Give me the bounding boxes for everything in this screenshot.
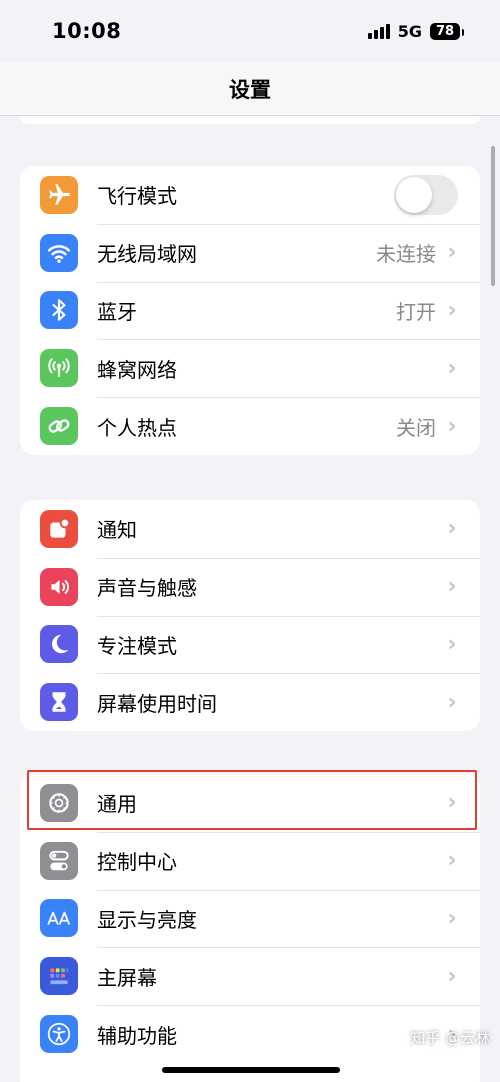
hourglass-icon: [40, 683, 78, 722]
settings-row-label: 屏幕使用时间: [97, 691, 217, 716]
gear-icon: [40, 783, 78, 822]
settings-row-bluetooth[interactable]: 蓝牙 打开 ›: [20, 281, 480, 340]
page-title: 设置: [229, 77, 271, 102]
wifi-icon: [40, 233, 78, 272]
settings-row-label: 显示与亮度: [97, 907, 197, 932]
settings-row-screen-time[interactable]: 屏幕使用时间 ›: [20, 673, 480, 731]
chevron-right-icon: ›: [447, 848, 457, 874]
settings-group-connectivity: 飞行模式 无线局域网 未连接 › 蓝牙 打开 › 蜂窝网络 › 个人热点 关闭 …: [20, 166, 480, 455]
watermark: 知乎 @云林: [410, 1029, 490, 1047]
chevron-right-icon: ›: [447, 297, 457, 323]
sound-icon: [40, 567, 78, 606]
settings-row-value: 打开: [396, 299, 436, 324]
chevron-right-icon: ›: [447, 355, 457, 381]
navigation-bar: 设置: [0, 62, 500, 116]
settings-row-label: 蜂窝网络: [97, 357, 177, 382]
scrollbar[interactable]: [491, 146, 495, 286]
home-grid-icon: [40, 957, 78, 996]
status-indicators: 5G 78: [367, 21, 464, 41]
settings-row-label: 飞行模式: [97, 184, 177, 209]
chevron-right-icon: ›: [447, 240, 457, 266]
chevron-right-icon: ›: [447, 516, 457, 542]
chevron-right-icon: ›: [447, 790, 457, 816]
airplane-icon: [40, 175, 78, 214]
settings-row-value: 关闭: [396, 415, 436, 440]
text-size-icon: [40, 899, 78, 938]
signal-strength-icon: [367, 23, 390, 39]
settings-row-cellular[interactable]: 蜂窝网络 ›: [20, 339, 480, 397]
switches-icon: [40, 841, 78, 880]
settings-row-personal-hotspot[interactable]: 个人热点 关闭 ›: [20, 397, 480, 455]
status-time: 10:08: [52, 19, 122, 43]
settings-row-label: 无线局域网: [97, 242, 197, 267]
chevron-right-icon: ›: [447, 574, 457, 600]
settings-row-label: 通知: [97, 518, 137, 543]
settings-row-airplane-mode[interactable]: 飞行模式: [20, 166, 480, 224]
settings-row-wifi[interactable]: 无线局域网 未连接 ›: [20, 223, 480, 282]
settings-group-notifications: 通知 › 声音与触感 › 专注模式 › 屏幕使用时间 ›: [20, 500, 480, 732]
chevron-right-icon: ›: [447, 905, 457, 931]
cellular-icon: [40, 349, 78, 388]
accessibility-icon: [40, 1015, 78, 1054]
settings-row-label: 个人热点: [97, 415, 177, 440]
settings-row-label: 控制中心: [97, 850, 177, 875]
settings-row-display-brightness[interactable]: 显示与亮度 ›: [20, 889, 480, 948]
previous-group-edge: [20, 116, 480, 124]
settings-row-label: 通用: [97, 792, 137, 817]
bluetooth-icon: [40, 291, 78, 330]
battery-icon: 78: [430, 22, 464, 40]
airplane-mode-toggle[interactable]: [394, 174, 458, 215]
settings-row-label: 主屏幕: [97, 965, 157, 990]
home-indicator[interactable]: [162, 1067, 340, 1073]
settings-row-label: 专注模式: [97, 633, 177, 658]
settings-row-home-screen[interactable]: 主屏幕 ›: [20, 947, 480, 1005]
settings-row-sounds-haptics[interactable]: 声音与触感 ›: [20, 557, 480, 616]
chevron-right-icon: ›: [447, 689, 457, 715]
settings-row-focus[interactable]: 专注模式 ›: [20, 615, 480, 674]
settings-row-notifications[interactable]: 通知 ›: [20, 500, 480, 558]
network-type: 5G: [397, 21, 422, 41]
moon-icon: [40, 625, 78, 664]
settings-row-label: 辅助功能: [97, 1023, 177, 1048]
chevron-right-icon: ›: [447, 963, 457, 989]
chevron-right-icon: ›: [447, 413, 457, 439]
settings-row-control-center[interactable]: 控制中心 ›: [20, 831, 480, 890]
notification-icon: [40, 509, 78, 548]
settings-row-value: 未连接: [376, 242, 436, 267]
settings-row-label: 声音与触感: [97, 576, 197, 601]
status-bar: 10:08 5G 78: [0, 0, 500, 62]
hotspot-icon: [40, 407, 78, 446]
settings-row-label: 蓝牙: [97, 299, 137, 324]
settings-row-general[interactable]: 通用 ›: [20, 774, 480, 832]
chevron-right-icon: ›: [447, 631, 457, 657]
